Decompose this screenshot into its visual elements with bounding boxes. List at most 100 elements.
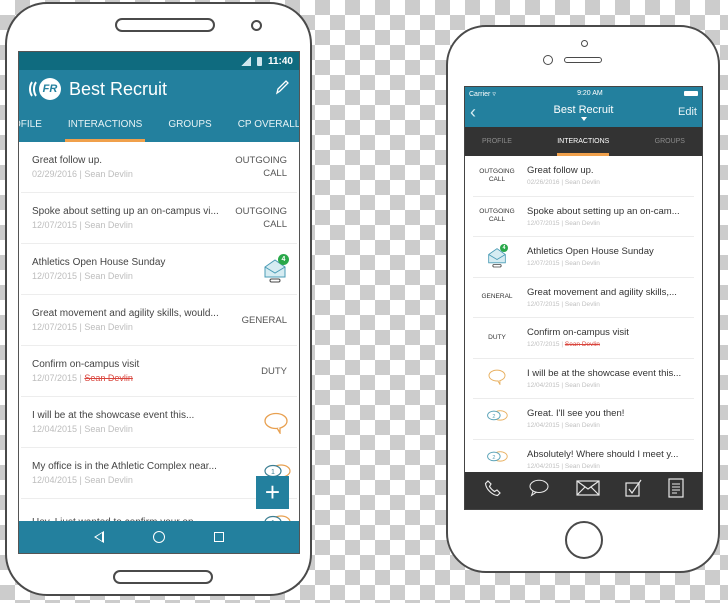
ios-interaction-list: OUTGOING CALL Great follow up. 02/26/2016 …	[465, 156, 702, 480]
chat-thread-icon: 2	[487, 450, 508, 462]
phone-icon[interactable]	[484, 479, 502, 502]
wifi-icon: ▿	[492, 90, 496, 98]
list-item[interactable]: I will be at the showcase event this... …	[21, 397, 297, 448]
tab-cp-overall[interactable]: CP OVERALL 4	[225, 108, 299, 142]
item-type: DUTY	[488, 333, 506, 341]
tab-interactions[interactable]: INTERACTIONS	[55, 108, 155, 142]
chat-bubble-icon	[263, 412, 288, 436]
item-meta: 02/29/2016 | Sean Devlin	[32, 169, 133, 179]
status-time: 9:20 AM	[577, 90, 603, 97]
svg-text:2: 2	[492, 414, 495, 420]
list-item[interactable]: Great movement and agility skills, would…	[21, 295, 297, 346]
chat-thread-icon: 2	[487, 410, 508, 421]
item-meta: 12/07/2015 | Sean Devlin	[527, 300, 600, 308]
list-item[interactable]: I will be at the showcase event this... 1…	[473, 359, 694, 399]
android-status-bar: 11:40	[19, 52, 299, 70]
carrier-label: Carrier ▿	[469, 90, 496, 98]
android-navigation-bar	[19, 521, 299, 553]
item-title: Great movement and agility skills,...	[527, 286, 677, 298]
status-time: 11:40	[267, 55, 293, 67]
item-meta: 12/07/2015 | Sean Devlin	[32, 373, 133, 383]
item-title: Great follow up.	[527, 165, 594, 177]
item-title: Athletics Open House Sunday	[527, 246, 654, 258]
email-attachment-icon: 4	[487, 243, 508, 268]
item-type: OUTGOING CALL	[235, 155, 287, 179]
svg-text:1: 1	[271, 469, 275, 476]
back-chevron-icon[interactable]: ‹	[470, 102, 476, 123]
item-meta: 12/04/2015 | Sean Devlin	[32, 475, 133, 485]
item-meta: 12/07/2015 | Sean Devlin	[527, 219, 600, 227]
battery-icon	[256, 56, 262, 66]
android-front-camera	[251, 20, 262, 31]
page-title[interactable]: Best Recruit	[554, 104, 614, 116]
fr-logo-icon: FR	[29, 76, 61, 102]
ios-segment-tabs: PROFILE INTERACTIONS GROUPS	[465, 127, 702, 156]
item-title: Confirm on-campus visit	[527, 327, 629, 339]
add-interaction-button[interactable]: +	[256, 476, 289, 509]
item-title: Great follow up.	[32, 155, 103, 166]
ios-action-tab-bar	[465, 472, 702, 509]
checkbox-icon[interactable]	[624, 479, 643, 502]
item-meta: 12/04/2015 | Sean Devlin	[527, 422, 600, 430]
recents-icon[interactable]	[214, 532, 225, 542]
ios-status-bar: Carrier ▿ 9:20 AM	[465, 87, 702, 100]
item-title: Confirm on-campus visit	[32, 359, 140, 370]
item-meta: 12/04/2015 | Sean Devlin	[527, 381, 600, 389]
back-icon[interactable]	[93, 531, 104, 543]
tab-profile[interactable]: OFILE	[19, 108, 55, 142]
battery-icon	[683, 91, 698, 96]
item-meta: 12/07/2015 | Sean Devlin	[527, 341, 600, 349]
mail-icon[interactable]	[575, 480, 600, 501]
list-item[interactable]: OUTGOING CALL Great follow up. 02/26/2016 …	[473, 156, 694, 197]
item-meta: 02/26/2016 | Sean Devlin	[527, 179, 600, 187]
badge-count: 4	[278, 254, 289, 265]
android-tab-bar: OFILE INTERACTIONS GROUPS CP OVERALL 4	[19, 108, 299, 142]
list-item[interactable]: OUTGOING CALL Spoke about setting up an o…	[473, 197, 694, 237]
item-title: My office is in the Athletic Complex nea…	[32, 461, 217, 472]
tab-groups[interactable]: GROUPS	[155, 108, 224, 142]
android-app-bar: FR Best Recruit	[19, 70, 299, 108]
item-meta: 12/07/2015 | Sean Devlin	[32, 322, 133, 332]
item-meta: 12/04/2015 | Sean Devlin	[527, 462, 600, 470]
list-item[interactable]: 4 Athletics Open House Sunday 12/07/2015 …	[473, 237, 694, 278]
list-item[interactable]: DUTY Confirm on-campus visit 12/07/2015 |…	[473, 318, 694, 359]
item-type: GENERAL	[241, 314, 287, 326]
iphone-sensor	[581, 40, 588, 47]
chat-bubble-icon	[488, 369, 506, 386]
item-title: Great. I'll see you then!	[527, 408, 625, 420]
tab-interactions[interactable]: INTERACTIONS	[557, 127, 610, 156]
chat-icon[interactable]	[527, 479, 551, 502]
notes-icon[interactable]	[667, 478, 684, 503]
android-screen: 11:40 FR Best Recruit OFILE INTERACTIONS…	[18, 51, 300, 554]
item-meta: 12/07/2015 | Sean Devlin	[32, 271, 133, 281]
home-icon[interactable]	[152, 531, 165, 543]
list-item[interactable]: GENERAL Great movement and agility skill…	[473, 278, 694, 318]
android-bottom-speaker	[113, 570, 213, 584]
ios-screen: Carrier ▿ 9:20 AM ‹ Best Recruit Edit PR…	[464, 86, 703, 510]
caret-down-icon[interactable]	[580, 117, 587, 121]
item-meta: 12/07/2015 | Sean Devlin	[527, 260, 600, 268]
edit-button[interactable]: Edit	[678, 106, 697, 118]
svg-text:2: 2	[492, 455, 495, 461]
list-item[interactable]: Confirm on-campus visit 12/07/2015 | Sea…	[21, 346, 297, 397]
item-type: DUTY	[261, 365, 287, 377]
item-type: OUTGOING CALL	[479, 208, 515, 224]
page-title: Best Recruit	[69, 78, 168, 99]
list-item[interactable]: Athletics Open House Sunday 12/07/2015 |…	[21, 244, 297, 295]
badge-count: 4	[500, 243, 508, 252]
tab-profile[interactable]: PROFILE	[482, 127, 512, 156]
item-title: Spoke about setting up an on-cam...	[527, 205, 680, 217]
tab-groups[interactable]: GROUPS	[655, 127, 685, 156]
email-attachment-icon: 4	[263, 254, 289, 283]
pencil-icon[interactable]	[275, 79, 289, 100]
item-title: I will be at the showcase event this...	[527, 367, 682, 379]
item-meta: 12/07/2015 | Sean Devlin	[32, 220, 133, 230]
ios-navigation-bar: ‹ Best Recruit Edit	[465, 100, 702, 127]
list-item[interactable]: 2 Great. I'll see you then! 12/04/2015 | …	[473, 399, 694, 440]
android-earpiece	[115, 18, 215, 32]
list-item[interactable]: Great follow up. 02/29/2016 | Sean Devli…	[21, 142, 297, 193]
item-title: I will be at the showcase event this...	[32, 410, 195, 421]
iphone-home-button[interactable]	[565, 521, 603, 559]
iphone-earpiece	[564, 57, 602, 63]
list-item[interactable]: Spoke about setting up an on-campus vi..…	[21, 193, 297, 244]
